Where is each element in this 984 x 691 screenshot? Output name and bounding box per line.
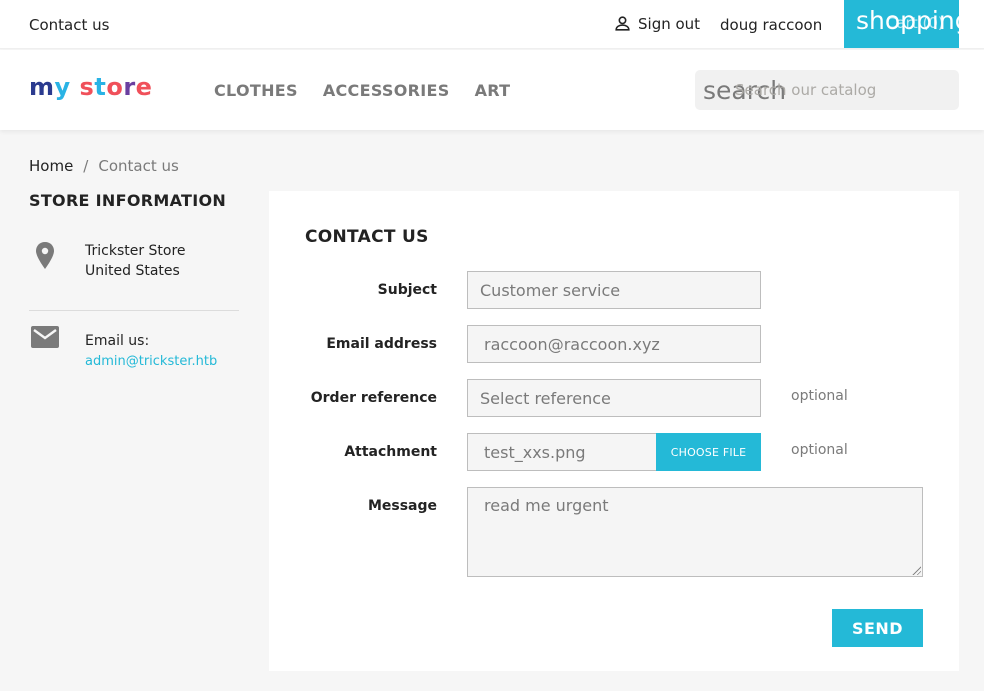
menu-item-accessories[interactable]: ACCESSORIES — [323, 81, 450, 100]
subject-label: Subject — [377, 282, 437, 298]
optional-hint: optional — [791, 388, 848, 404]
cart-label: Cart (0) — [886, 14, 944, 32]
logo-letter: m — [29, 73, 55, 101]
logo-letter: t — [94, 73, 107, 101]
logo-letter: o — [106, 73, 124, 101]
breadcrumb: Home / Contact us — [29, 157, 179, 175]
email-input[interactable]: raccoon@raccoon.xyz — [467, 325, 761, 363]
sign-out-label: Sign out — [638, 14, 701, 33]
subject-select[interactable]: Customer service — [467, 271, 761, 309]
attachment-row: Attachment test_xxs.png CHOOSE FILE opti… — [269, 433, 959, 471]
breadcrumb-home[interactable]: Home — [29, 157, 73, 175]
category-menu: CLOTHES ACCESSORIES ART — [214, 81, 510, 100]
order-reference-select[interactable]: Select reference — [467, 379, 761, 417]
form-title: CONTACT US — [305, 227, 429, 247]
cart-button[interactable]: shopping_cart Cart (0) — [844, 0, 959, 48]
breadcrumb-current: Contact us — [98, 157, 179, 175]
location-pin-icon — [36, 242, 54, 269]
logo-letter: e — [135, 73, 153, 101]
logo-letter: s — [79, 73, 95, 101]
store-info-title: STORE INFORMATION — [29, 191, 227, 210]
store-name: Trickster Store — [85, 243, 186, 259]
search-box: search — [695, 70, 959, 110]
store-email: Email us: admin@trickster.htb — [29, 311, 239, 381]
attachment-filename[interactable]: test_xxs.png — [467, 433, 656, 471]
store-email-link[interactable]: admin@trickster.htb — [85, 354, 217, 369]
email-row: Email address raccoon@raccoon.xyz — [269, 325, 959, 363]
optional-hint: optional — [791, 442, 848, 458]
top-nav-bar: Contact us Sign out doug raccoon shoppin… — [0, 0, 984, 49]
email-label: Email us: — [85, 333, 150, 349]
email-label: Email address — [326, 336, 437, 352]
subject-row: Subject Customer service — [269, 271, 959, 309]
order-reference-label: Order reference — [310, 390, 437, 406]
store-country: United States — [85, 263, 180, 279]
store-logo[interactable]: my store — [29, 73, 152, 101]
message-label: Message — [367, 498, 437, 514]
sign-out-link[interactable]: Sign out — [613, 14, 700, 33]
message-textarea[interactable]: read me urgent — [467, 487, 923, 577]
choose-file-button[interactable]: CHOOSE FILE — [656, 433, 761, 471]
logo-letter: y — [54, 73, 71, 101]
breadcrumb-separator: / — [83, 157, 89, 175]
menu-item-clothes[interactable]: CLOTHES — [214, 81, 298, 100]
logo-letter: r — [123, 73, 136, 101]
main-header: my store CLOTHES ACCESSORIES ART search — [0, 50, 984, 130]
menu-item-art[interactable]: ART — [475, 81, 511, 100]
envelope-icon — [31, 326, 59, 348]
contact-form: CONTACT US Subject Customer service Emai… — [269, 191, 959, 671]
send-button[interactable]: SEND — [832, 609, 923, 647]
order-reference-row: Order reference Select reference optiona… — [269, 379, 959, 417]
user-icon — [615, 16, 630, 31]
attachment-label: Attachment — [344, 444, 437, 460]
search-input[interactable] — [735, 70, 955, 110]
account-link[interactable]: doug raccoon — [720, 16, 822, 34]
store-address: Trickster Store United States — [29, 242, 239, 311]
contact-us-link[interactable]: Contact us — [29, 16, 109, 34]
store-information: STORE INFORMATION Trickster Store United… — [29, 191, 239, 381]
